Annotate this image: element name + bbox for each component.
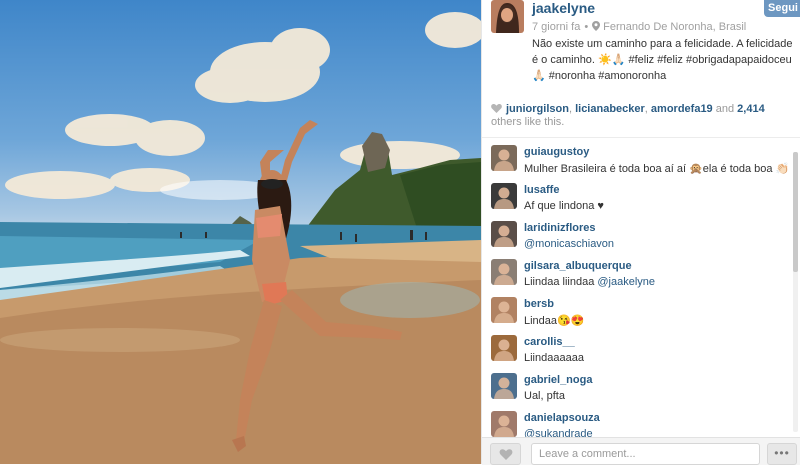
heart-icon <box>499 449 513 460</box>
comment-mention[interactable]: @jaakelyne <box>597 276 655 288</box>
commenter-avatar[interactable] <box>491 335 517 361</box>
commenter-username[interactable]: guiaugustoy <box>524 146 589 158</box>
follow-button[interactable]: Segui <box>764 0 800 17</box>
like-user-link[interactable]: licianabecker <box>575 103 645 115</box>
post-time[interactable]: 7 giorni fa <box>532 21 580 33</box>
commenter-username[interactable]: bersb <box>524 298 554 310</box>
post-photo[interactable] <box>0 0 481 464</box>
comment-mention[interactable]: @sukandrade <box>524 428 593 437</box>
commenter-avatar[interactable] <box>491 221 517 247</box>
scrollbar-thumb[interactable] <box>793 152 798 272</box>
list-item: lusaffe Af que lindona ♥ <box>482 176 790 214</box>
more-options-button[interactable]: ••• <box>767 443 797 465</box>
post-details-panel: jaakelyne Segui 7 giorni fa • Fernando De … <box>481 0 800 465</box>
list-item: laridinizflores @monicaschiavon <box>482 214 790 252</box>
comment-body: Mulher Brasileira é toda boa aí aí 🙊ela … <box>524 163 790 175</box>
likes-count[interactable]: 2,414 <box>737 103 765 115</box>
comment-text: Lindaa😘😍 <box>524 314 584 327</box>
commenter-avatar[interactable] <box>491 183 517 209</box>
comment-text: Mulher Brasileira é toda boa aí aí 🙊ela … <box>524 162 790 175</box>
like-user-link[interactable]: juniorgilson <box>506 103 569 115</box>
list-item: gilsara_albuquerque Liindaa liindaa @jaa… <box>482 252 790 290</box>
comment-text: Liindaa liindaa @jaakelyne <box>524 276 655 288</box>
comment-mention[interactable]: @monicaschiavon <box>524 238 614 250</box>
post-caption: Não existe um caminho para a felicidade.… <box>532 38 793 82</box>
comment-input[interactable] <box>531 443 760 465</box>
list-item: bersb Lindaa😘😍 <box>482 290 790 328</box>
owner-avatar[interactable] <box>491 0 524 33</box>
comment-body: Liindaaaaaa <box>524 352 584 364</box>
list-item: gabriel_noga Ual, pfta <box>482 366 790 404</box>
commenter-username[interactable]: carollis__ <box>524 336 575 348</box>
commenter-avatar[interactable] <box>491 297 517 323</box>
comment-text: @monicaschiavon <box>524 238 614 250</box>
likes-summary: juniorgilson, licianabecker, amordefa19 … <box>491 103 765 128</box>
comment-text: Ual, pfta <box>524 390 565 402</box>
heart-icon <box>491 103 502 113</box>
comment-text: @sukandrade <box>524 428 593 437</box>
post-location[interactable]: Fernando De Noronha, Brasil <box>603 21 746 33</box>
comment-text: Af que lindona ♥ <box>524 200 604 212</box>
list-item: carollis__ Liindaaaaaa <box>482 328 790 366</box>
likes-suffix: others like this. <box>491 116 565 128</box>
comment-footer: ••• <box>482 437 800 465</box>
commenter-username[interactable]: danielapsouza <box>524 412 600 424</box>
beach-photo-illustration <box>0 12 481 464</box>
list-item: guiaugustoy Mulher Brasileira é toda boa… <box>482 138 790 176</box>
comment-body: Af que lindona ♥ <box>524 200 604 212</box>
commenter-username[interactable]: laridinizflores <box>524 222 596 234</box>
commenter-avatar[interactable] <box>491 259 517 285</box>
comments-list: guiaugustoy Mulher Brasileira é toda boa… <box>482 138 790 437</box>
comment-body: Liindaa liindaa <box>524 276 598 288</box>
likes-and-label: and <box>715 103 735 115</box>
list-item: danielapsouza @sukandrade <box>482 404 790 437</box>
commenter-avatar[interactable] <box>491 145 517 171</box>
comments-scrollbar[interactable] <box>793 152 798 432</box>
comment-body: Ual, pfta <box>524 390 565 402</box>
commenter-username[interactable]: gabriel_noga <box>524 374 592 386</box>
commenter-avatar[interactable] <box>491 411 517 437</box>
map-pin-icon <box>592 21 601 31</box>
commenter-avatar[interactable] <box>491 373 517 399</box>
post-meta: 7 giorni fa • Fernando De Noronha, Brasil <box>532 21 747 33</box>
like-button[interactable] <box>490 443 521 465</box>
owner-username[interactable]: jaakelyne <box>532 0 595 16</box>
like-user-link[interactable]: amordefa19 <box>651 103 713 115</box>
comment-text: Liindaaaaaa <box>524 352 584 364</box>
comment-body: Lindaa😘😍 <box>524 315 585 327</box>
commenter-username[interactable]: gilsara_albuquerque <box>524 260 632 272</box>
commenter-username[interactable]: lusaffe <box>524 184 559 196</box>
